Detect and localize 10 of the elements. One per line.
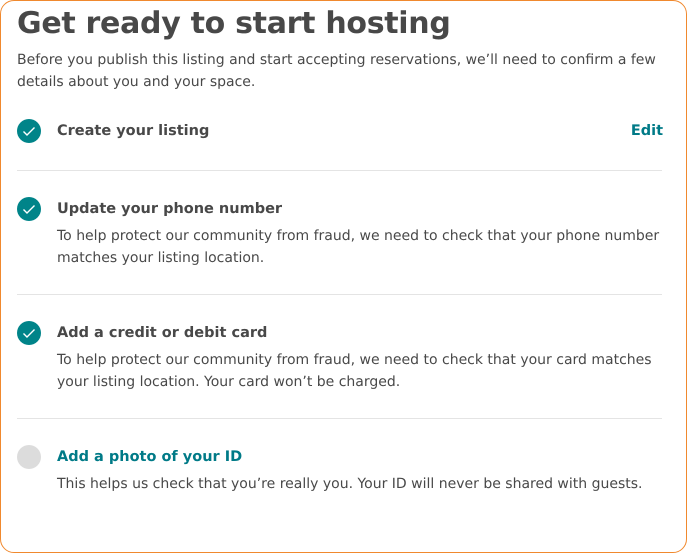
step-title: Update your phone number [57,201,282,217]
step-description: To help protect our community from fraud, we need to check that your card matches your listing location. Your card won’t be charged. [57,351,653,392]
step-description: This helps us check that you’re really you. Your ID will never be shared with guests. [57,475,644,494]
step-link[interactable]: Add a photo of your ID [57,449,242,465]
page-title: Get ready to start hosting [17,5,452,43]
step-title: Create your listing [57,123,210,139]
step-title: Add a credit or debit card [57,325,268,341]
step-description: To help protect our community from fraud, we need to check that your phone number matches your listing location. [57,227,660,268]
edit-link[interactable]: Edit [630,123,663,139]
intro-text: Before you publish this listing and start accepting reservations, we’ll need to confirm a few details about you and your space. [17,51,657,92]
